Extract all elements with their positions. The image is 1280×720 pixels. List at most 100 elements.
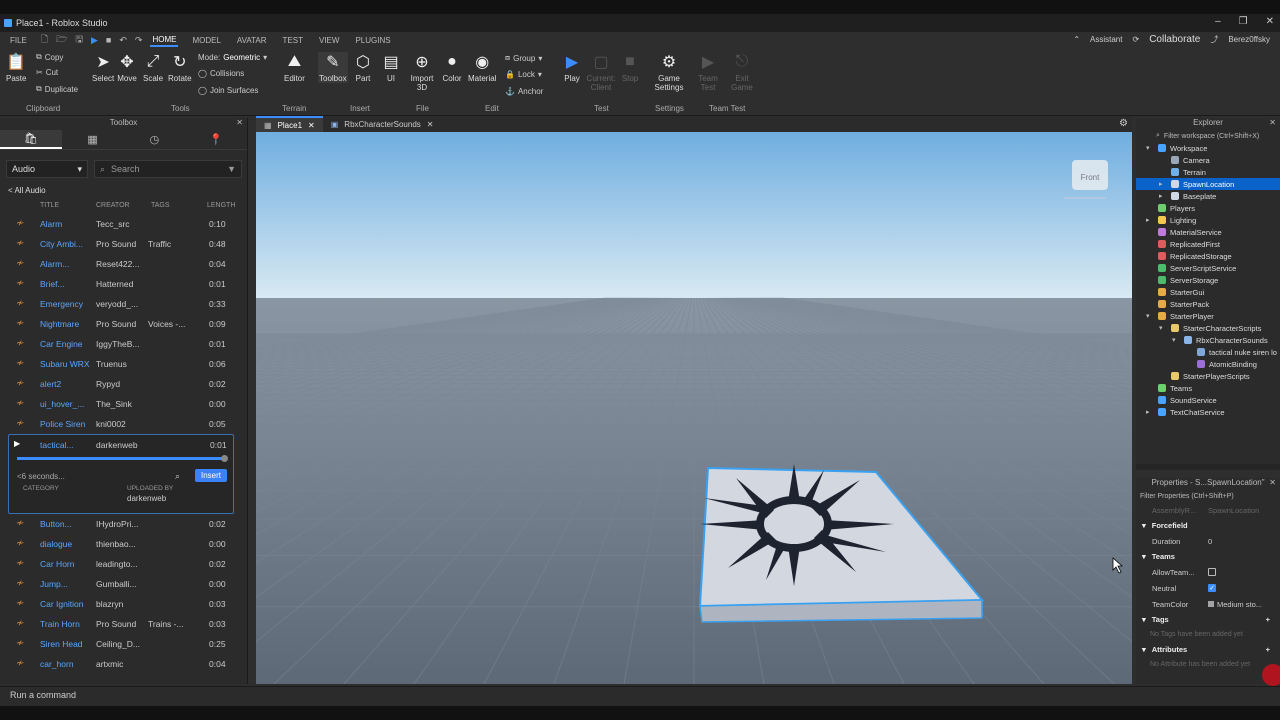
list-item[interactable]: ≁ dialogue thienbao... 0:00: [0, 534, 240, 554]
audio-title[interactable]: dialogue: [40, 539, 92, 549]
checkbox[interactable]: [1208, 568, 1216, 576]
section-forcefield[interactable]: ▾ Forcefield: [1136, 518, 1280, 533]
explorer-node[interactable]: tactical nuke siren lo: [1136, 346, 1280, 358]
col-length[interactable]: LENGTH: [207, 202, 235, 209]
audio-creator[interactable]: Rypyd: [96, 379, 146, 389]
explorer-node[interactable]: AtomicBinding: [1136, 358, 1280, 370]
viewport-scene[interactable]: Front: [256, 132, 1132, 684]
explorer-node[interactable]: ServerScriptService: [1136, 262, 1280, 274]
audio-title[interactable]: ui_hover_...: [40, 399, 92, 409]
chevron-down-icon[interactable]: ▾: [1159, 324, 1163, 332]
close-icon[interactable]: ✕: [1266, 16, 1274, 27]
property-neutral[interactable]: Neutral ✓: [1136, 580, 1280, 596]
explorer-node[interactable]: Players: [1136, 202, 1280, 214]
audio-creator[interactable]: IggyTheB...: [96, 339, 146, 349]
audio-title[interactable]: Emergency: [40, 299, 92, 309]
list-item[interactable]: ≁ Emergency veryodd_... 0:33: [0, 294, 240, 314]
audio-creator[interactable]: The_Sink: [96, 399, 146, 409]
zoom-icon[interactable]: ⌕: [175, 471, 180, 482]
list-item[interactable]: ≁ alert2 Rypyd 0:02: [0, 374, 240, 394]
property-teamcolor[interactable]: TeamColor Medium sto...: [1136, 596, 1280, 612]
list-item[interactable]: ≁ Siren Head Ceiling_D... 0:25: [0, 634, 240, 654]
explorer-node[interactable]: ▾ RbxCharacterSounds: [1136, 334, 1280, 346]
share-icon[interactable]: ⤴: [1210, 34, 1218, 45]
chevron-down-icon[interactable]: ▾: [1146, 144, 1150, 152]
list-item[interactable]: ≁ car_horn artxmic 0:04: [0, 654, 240, 674]
list-item[interactable]: ≁ Car Horn leadingto... 0:02: [0, 554, 240, 574]
menu-view[interactable]: VIEW: [317, 35, 341, 46]
property-value[interactable]: Medium sto...: [1217, 600, 1262, 609]
group-button[interactable]: ⧈ Group ▾: [505, 53, 542, 63]
audio-creator[interactable]: Ceiling_D...: [96, 639, 146, 649]
audio-title[interactable]: Police Siren: [40, 419, 92, 429]
play-button[interactable]: ▶ Play: [562, 52, 582, 83]
tab-creations[interactable]: 📍: [185, 130, 247, 149]
audio-creator[interactable]: Pro Sound: [96, 619, 146, 629]
audio-title[interactable]: Subaru WRX: [40, 359, 92, 369]
move-tool-button[interactable]: ✥ Move: [117, 52, 137, 83]
explorer-node[interactable]: ▾ StarterPlayer: [1136, 310, 1280, 322]
audio-creator[interactable]: thienbao...: [96, 539, 146, 549]
duplicate-button[interactable]: ⧉ Duplicate: [36, 84, 78, 94]
col-creator[interactable]: CREATOR: [96, 202, 130, 209]
list-item[interactable]: ≁ Car Engine IggyTheB... 0:01: [0, 334, 240, 354]
chevron-right-icon[interactable]: ▸: [1146, 408, 1150, 416]
explorer-node[interactable]: StarterPlayerScripts: [1136, 370, 1280, 382]
collaborate-button[interactable]: Collaborate: [1149, 34, 1200, 45]
tab-inventory[interactable]: ▦: [62, 130, 124, 149]
audio-creator[interactable]: Tecc_src: [96, 219, 146, 229]
current-client-button[interactable]: ▢ Current: Client: [586, 52, 616, 92]
join-surfaces-toggle[interactable]: ◯ Join Surfaces: [198, 86, 258, 95]
explorer-filter-input[interactable]: ⌕ Filter workspace (Ctrl+Shift+X): [1136, 130, 1280, 142]
explorer-node[interactable]: Camera: [1136, 154, 1280, 166]
select-tool-button[interactable]: ➤ Select: [92, 52, 114, 83]
add-icon[interactable]: +: [1266, 645, 1270, 654]
audio-title[interactable]: Car Horn: [40, 559, 92, 569]
explorer-node[interactable]: ▾ Workspace: [1136, 142, 1280, 154]
close-icon[interactable]: ✕: [236, 118, 243, 127]
tab-rbxcharactersounds[interactable]: ▣ RbxCharacterSounds ✕: [323, 116, 442, 132]
explorer-node[interactable]: Terrain: [1136, 166, 1280, 178]
list-item[interactable]: ≁ Police Siren kni0002 0:05: [0, 414, 240, 434]
list-item[interactable]: ≁ Train Horn Pro Sound Trains -... 0:03: [0, 614, 240, 634]
menu-avatar[interactable]: AVATAR: [235, 35, 269, 46]
list-item[interactable]: ≁ City Ambi... Pro Sound Traffic 0:48: [0, 234, 240, 254]
explorer-node[interactable]: MaterialService: [1136, 226, 1280, 238]
explorer-node[interactable]: StarterPack: [1136, 298, 1280, 310]
copy-button[interactable]: ⧉ Copy: [36, 52, 63, 62]
category-select[interactable]: Audio ▾: [6, 160, 88, 178]
progress-knob[interactable]: [221, 455, 228, 462]
audio-creator[interactable]: IHydroPri...: [96, 519, 146, 529]
user-name[interactable]: Berez0ffsky: [1228, 35, 1270, 44]
chevron-right-icon[interactable]: ▸: [1146, 216, 1150, 224]
audio-title[interactable]: Button...: [40, 519, 92, 529]
collisions-toggle[interactable]: ◯ Collisions: [198, 69, 244, 78]
expanded-audio-item[interactable]: ▶ tactical... darkenweb 0:01 <6 seconds.…: [8, 434, 234, 514]
audio-title[interactable]: Brief...: [40, 279, 92, 289]
list-item[interactable]: ≁ Jump... Gumballi... 0:00: [0, 574, 240, 594]
close-icon[interactable]: ✕: [427, 120, 434, 129]
audio-creator[interactable]: Truenus: [96, 359, 146, 369]
menu-model[interactable]: MODEL: [190, 35, 222, 46]
menu-plugins[interactable]: PLUGINS: [353, 35, 392, 46]
audio-creator[interactable]: Gumballi...: [96, 579, 146, 589]
search-input[interactable]: ⌕ Search ▼: [94, 160, 242, 178]
list-item[interactable]: ≁ Brief... Hatterned 0:01: [0, 274, 240, 294]
audio-title[interactable]: Siren Head: [40, 639, 92, 649]
playback-progress[interactable]: [17, 455, 228, 462]
list-item[interactable]: ≁ Button... IHydroPri... 0:02: [0, 514, 240, 534]
section-attributes[interactable]: ▾ Attributes +: [1136, 642, 1280, 657]
audio-creator[interactable]: artxmic: [96, 659, 146, 669]
explorer-node[interactable]: ▸ Baseplate: [1136, 190, 1280, 202]
team-test-button[interactable]: ▶ Team Test: [696, 52, 720, 92]
refresh-icon[interactable]: ⟳: [1132, 35, 1139, 44]
section-teams[interactable]: ▾ Teams: [1136, 549, 1280, 564]
game-settings-button[interactable]: ⚙ Game Settings: [654, 52, 684, 92]
new-file-icon[interactable]: 🗋: [41, 32, 48, 48]
undo-icon[interactable]: ↶: [119, 35, 127, 46]
maximize-icon[interactable]: ❐: [1239, 16, 1248, 27]
terrain-editor-button[interactable]: ⛰ Editor: [284, 52, 305, 83]
list-item[interactable]: ≁ Alarm Tecc_src 0:10: [0, 214, 240, 234]
filter-icon[interactable]: ▼: [227, 164, 236, 174]
list-item[interactable]: ≁ Alarm... Reset422... 0:04: [0, 254, 240, 274]
